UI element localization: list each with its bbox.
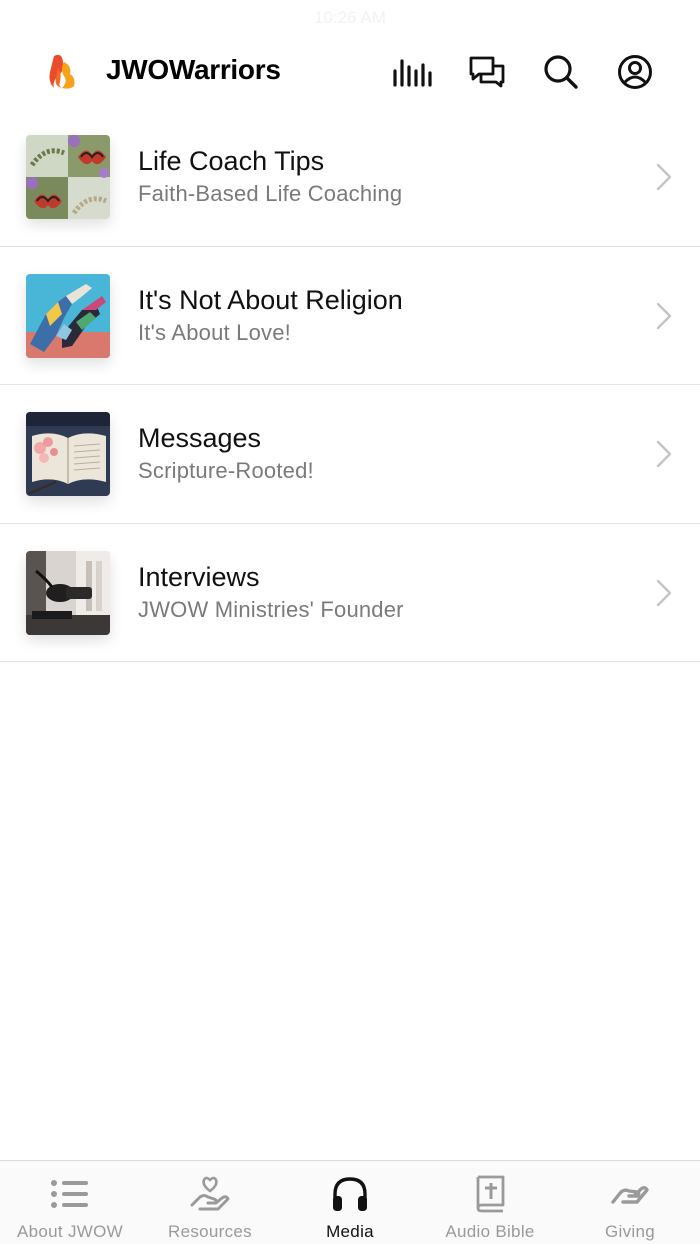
tab-resources[interactable]: Resources xyxy=(140,1161,280,1244)
list-icon xyxy=(50,1175,90,1213)
tab-giving[interactable]: Giving xyxy=(560,1161,700,1244)
chevron-right-icon xyxy=(656,440,672,468)
list-item-messages[interactable]: Messages Scripture-Rooted! xyxy=(0,385,700,524)
list-item-life-coach-tips[interactable]: Life Coach Tips Faith-Based Life Coachin… xyxy=(0,108,700,247)
open-bible-thumbnail xyxy=(26,412,110,496)
giving-hand-icon xyxy=(610,1175,650,1213)
app-title: JWOWarriors xyxy=(106,54,281,85)
tab-audio-bible[interactable]: Audio Bible xyxy=(420,1161,560,1244)
tab-label: Media xyxy=(326,1222,374,1241)
live-audio-icon[interactable] xyxy=(391,51,433,93)
microphone-thumbnail xyxy=(26,550,110,635)
list-item-title: It's Not About Religion xyxy=(138,284,403,315)
heart-hand-icon xyxy=(190,1175,230,1213)
butterfly-thumbnail xyxy=(26,135,110,219)
account-icon[interactable] xyxy=(614,51,656,93)
hands-art-thumbnail xyxy=(26,273,110,358)
app-header: JWOWarriors xyxy=(0,40,700,102)
status-time: 10:26 AM xyxy=(314,8,386,27)
app-logo xyxy=(48,52,80,90)
tab-about-jwow[interactable]: About JWOW xyxy=(0,1161,140,1244)
list-item-not-about-religion[interactable]: It's Not About Religion It's About Love! xyxy=(0,247,700,385)
tab-label: About JWOW xyxy=(17,1222,123,1241)
chat-icon[interactable] xyxy=(466,51,508,93)
bottom-tab-bar: About JWOW Resources Media Audio Bible G… xyxy=(0,1160,700,1244)
media-list: Life Coach Tips Faith-Based Life Coachin… xyxy=(0,108,700,662)
chevron-right-icon xyxy=(656,579,672,606)
tab-label: Resources xyxy=(168,1222,252,1241)
list-item-title: Interviews xyxy=(138,561,260,592)
tab-media[interactable]: Media xyxy=(280,1161,420,1244)
list-item-title: Life Coach Tips xyxy=(138,146,325,176)
bible-icon xyxy=(470,1175,510,1213)
search-icon[interactable] xyxy=(540,51,582,93)
list-item-subtitle: Faith-Based Life Coaching xyxy=(138,181,403,206)
list-item-subtitle: Scripture-Rooted! xyxy=(138,458,314,483)
list-item-subtitle: JWOW Ministries' Founder xyxy=(138,596,404,622)
tab-label: Audio Bible xyxy=(445,1222,535,1241)
chevron-right-icon xyxy=(656,163,672,191)
chevron-right-icon xyxy=(656,302,672,329)
headphones-icon xyxy=(330,1175,370,1213)
list-item-title: Messages xyxy=(138,423,262,453)
list-item-subtitle: It's About Love! xyxy=(138,319,291,345)
tab-label: Giving xyxy=(605,1222,655,1241)
list-item-interviews[interactable]: Interviews JWOW Ministries' Founder xyxy=(0,524,700,662)
